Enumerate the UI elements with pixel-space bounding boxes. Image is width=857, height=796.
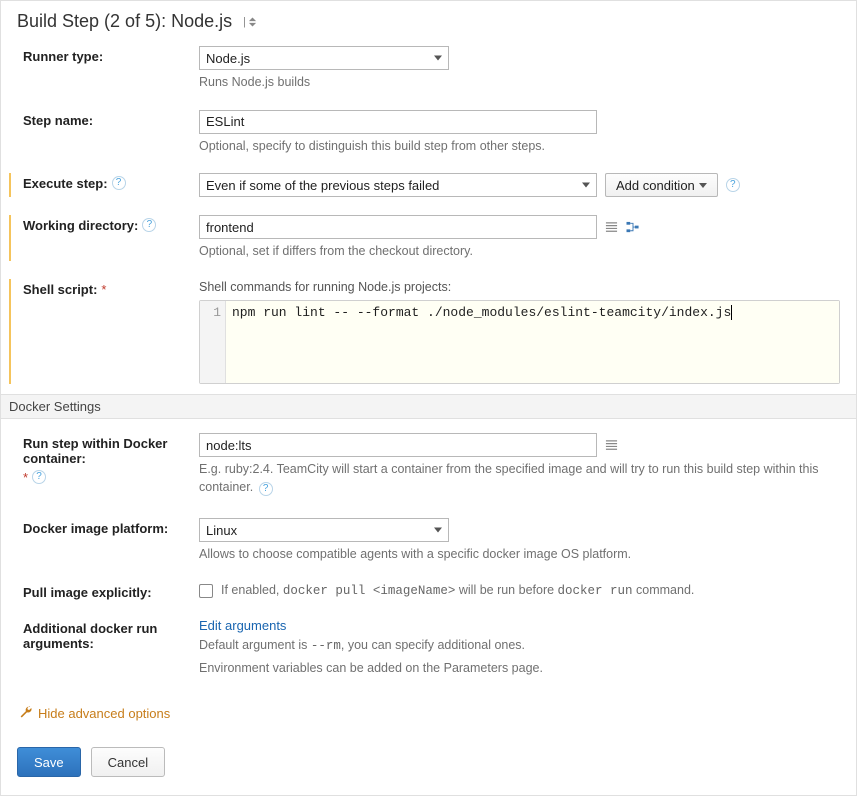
help-icon[interactable]: ?: [726, 178, 740, 192]
select-docker-platform[interactable]: Linux: [199, 518, 449, 542]
label-runner-type: Runner type:: [23, 46, 199, 64]
row-working-directory: Working directory: ? Optional, set if di…: [9, 215, 840, 261]
wrench-icon: [19, 705, 32, 721]
label-execute-step: Execute step: ?: [23, 173, 199, 191]
add-condition-button[interactable]: Add condition: [605, 173, 718, 197]
row-pull-image: Pull image explicitly: If enabled, docke…: [17, 582, 840, 601]
label-docker-platform: Docker image platform:: [23, 518, 199, 536]
row-runner-type: Runner type: Node.js Runs Node.js builds: [17, 46, 840, 92]
desc-working-directory: Optional, set if differs from the checko…: [199, 243, 840, 261]
tree-picker-icon[interactable]: [626, 221, 640, 234]
label-docker-container: Run step within Docker container: * ?: [23, 433, 199, 485]
select-execute-step-value: Even if some of the previous steps faile…: [206, 178, 439, 193]
label-docker-args: Additional docker run arguments:: [23, 618, 199, 651]
help-icon[interactable]: ?: [142, 218, 156, 232]
build-step-form: Build Step (2 of 5): Node.js | Runner ty…: [0, 0, 857, 796]
select-execute-step[interactable]: Even if some of the previous steps faile…: [199, 173, 597, 197]
input-step-name[interactable]: [199, 110, 597, 134]
select-runner-type[interactable]: Node.js: [199, 46, 449, 70]
chevron-down-icon: [699, 183, 707, 188]
title-separator: |: [240, 16, 246, 28]
row-shell-script: Shell script: * Shell commands for runni…: [9, 279, 840, 385]
toggle-hide-advanced[interactable]: Hide advanced options: [19, 705, 840, 721]
help-icon[interactable]: ?: [259, 482, 273, 496]
help-icon[interactable]: ?: [32, 470, 46, 484]
code-body[interactable]: npm run lint -- --format ./node_modules/…: [226, 301, 839, 383]
select-docker-platform-value: Linux: [206, 523, 237, 538]
select-runner-type-value: Node.js: [206, 51, 250, 66]
list-icon[interactable]: [605, 439, 618, 452]
desc-docker-args-2: Environment variables can be added on th…: [199, 660, 840, 678]
desc-runner-type: Runs Node.js builds: [199, 74, 840, 92]
row-docker-container: Run step within Docker container: * ? E.…: [17, 433, 840, 496]
row-docker-platform: Docker image platform: Linux Allows to c…: [17, 518, 840, 564]
row-docker-args: Additional docker run arguments: Edit ar…: [17, 618, 840, 677]
row-execute-step: Execute step: ? Even if some of the prev…: [9, 173, 840, 197]
save-button[interactable]: Save: [17, 747, 81, 777]
input-docker-container[interactable]: [199, 433, 597, 457]
page-title-row: Build Step (2 of 5): Node.js |: [17, 11, 840, 32]
section-docker-settings: Docker Settings: [1, 394, 856, 419]
list-icon[interactable]: [605, 221, 618, 234]
link-edit-arguments[interactable]: Edit arguments: [199, 618, 286, 633]
heading-shell-script: Shell commands for running Node.js proje…: [199, 279, 840, 297]
desc-step-name: Optional, specify to distinguish this bu…: [199, 138, 840, 156]
help-icon[interactable]: ?: [112, 176, 126, 190]
desc-pull-image: If enabled, docker pull <imageName> will…: [221, 582, 694, 601]
page-title: Build Step (2 of 5): Node.js: [17, 11, 232, 32]
reorder-handle-icon[interactable]: [248, 17, 257, 27]
label-pull-image: Pull image explicitly:: [23, 582, 199, 600]
label-working-directory: Working directory: ?: [23, 215, 199, 233]
footer: Save Cancel: [17, 747, 840, 777]
input-working-directory[interactable]: [199, 215, 597, 239]
desc-docker-container: E.g. ruby:2.4. TeamCity will start a con…: [199, 461, 840, 496]
row-step-name: Step name: Optional, specify to distingu…: [17, 110, 840, 156]
code-editor-shell-script[interactable]: 1 npm run lint -- --format ./node_module…: [199, 300, 840, 384]
desc-docker-args-1: Default argument is --rm, you can specif…: [199, 637, 840, 656]
cancel-button[interactable]: Cancel: [91, 747, 165, 777]
checkbox-pull-image[interactable]: [199, 584, 213, 598]
label-step-name: Step name:: [23, 110, 199, 128]
code-gutter: 1: [200, 301, 226, 383]
desc-docker-platform: Allows to choose compatible agents with …: [199, 546, 840, 564]
label-shell-script: Shell script: *: [23, 279, 199, 297]
